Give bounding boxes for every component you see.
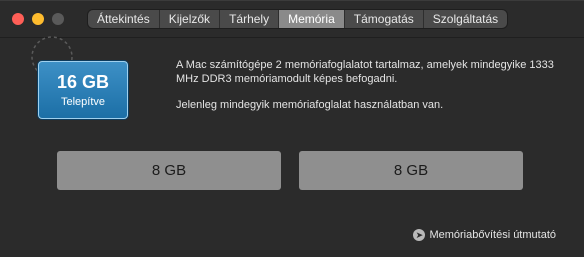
arrow-right-circle-icon: ➤ [413, 229, 426, 241]
minimize-button[interactable] [32, 13, 44, 25]
guide-link-label: Memóriabővítési útmutató [429, 229, 556, 241]
tab-displays[interactable]: Kijelzők [160, 10, 221, 28]
memory-total: 16 GB [56, 72, 110, 92]
memory-slot-1: 8 GB [57, 151, 281, 190]
tab-bar: Áttekintés Kijelzők Tárhely Memória Támo… [88, 10, 508, 28]
about-this-mac-window: Áttekintés Kijelzők Tárhely Memória Támo… [0, 0, 584, 257]
memory-description: A Mac számítógépe 2 memóriafoglalatot ta… [176, 59, 554, 85]
tab-overview[interactable]: Áttekintés [88, 10, 160, 28]
tab-memory[interactable]: Memória [279, 10, 345, 28]
memory-upgrade-guide-link[interactable]: ➤ Memóriabővítési útmutató [413, 229, 556, 241]
memory-usage: Jelenleg mindegyik memóriafoglalat haszn… [176, 99, 444, 111]
memory-status: Telepítve [60, 96, 106, 108]
tab-storage[interactable]: Tárhely [220, 10, 280, 28]
window-controls [12, 13, 64, 25]
memory-info: A Mac számítógépe 2 memóriafoglalatot ta… [176, 58, 576, 112]
tab-support[interactable]: Támogatás [345, 10, 424, 28]
tab-service[interactable]: Szolgáltatás [424, 10, 507, 28]
titlebar-divider [0, 37, 584, 38]
zoom-button[interactable] [52, 13, 64, 25]
close-button[interactable] [12, 13, 24, 25]
memory-slot-2: 8 GB [299, 151, 523, 190]
memory-total-badge: 16 GB Telepítve [38, 61, 128, 119]
